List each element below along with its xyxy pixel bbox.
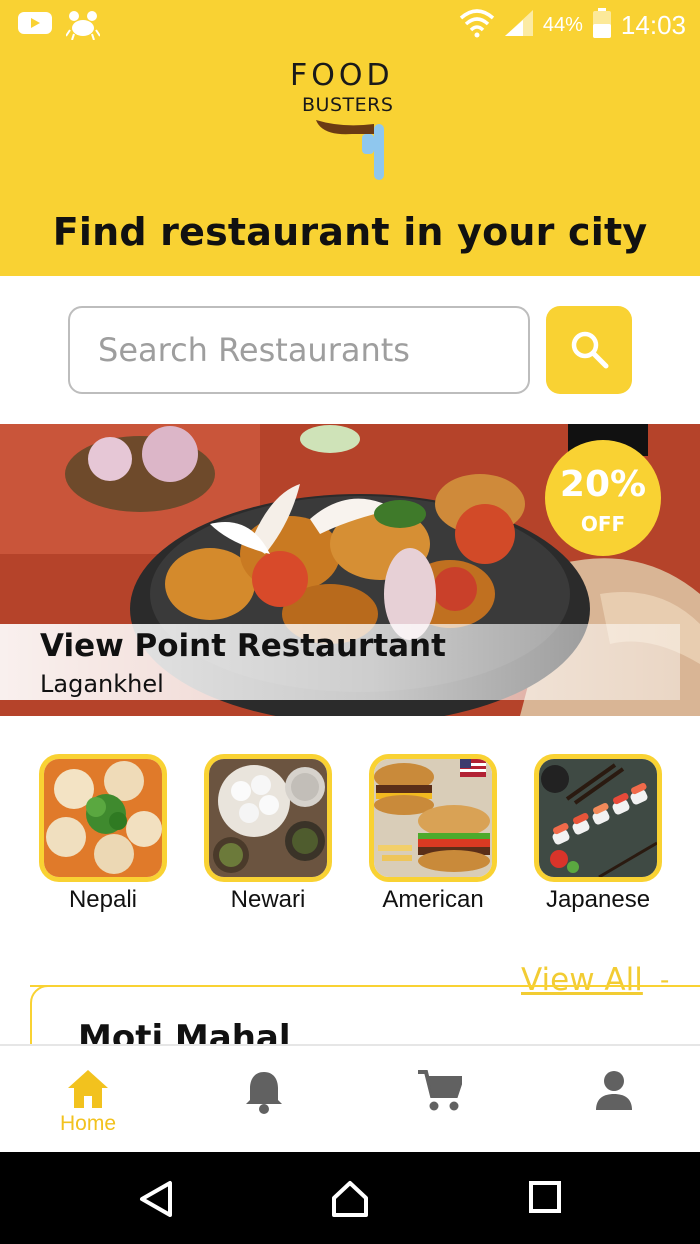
status-time: 14:03	[620, 10, 686, 40]
discount-badge: 20% OFF	[545, 440, 661, 556]
home-nav-icon[interactable]	[330, 1180, 370, 1223]
page-tagline: Find restaurant in your city	[52, 210, 648, 254]
category-label: Newari	[230, 886, 306, 913]
category-japanese[interactable]: Japanese	[534, 754, 664, 924]
featured-restaurant-location: Lagankhel	[40, 670, 164, 698]
wifi-icon	[459, 8, 495, 43]
signal-icon	[504, 10, 533, 41]
nav-item-notifications[interactable]	[204, 1046, 324, 1152]
discount-value: 20%	[559, 464, 647, 505]
battery-icon	[592, 8, 611, 43]
search-button[interactable]	[546, 306, 632, 394]
logo-text-busters: BUSTERS	[302, 94, 394, 116]
crab-icon	[65, 10, 101, 45]
app-logo: FOOD BUSTERS	[286, 58, 416, 188]
category-image	[204, 754, 332, 882]
home-icon	[68, 1070, 108, 1113]
category-image	[39, 754, 167, 882]
nav-item-profile[interactable]	[554, 1046, 674, 1152]
featured-restaurant-name[interactable]: View Point Restaurtant	[40, 628, 446, 664]
nav-item-cart[interactable]	[378, 1046, 498, 1152]
nav-label-home: Home	[59, 1112, 117, 1135]
category-image	[534, 754, 662, 882]
battery-percent: 44%	[542, 14, 583, 36]
discount-label: OFF	[580, 512, 626, 536]
youtube-icon	[18, 10, 52, 45]
logo-text-food: FOOD	[290, 58, 394, 93]
app-header: 44% 14:03 FOOD BUSTERS Find restaurant i…	[0, 0, 700, 276]
category-image	[369, 754, 497, 882]
category-american[interactable]: American	[369, 754, 499, 924]
nav-item-home[interactable]: Home	[28, 1046, 148, 1152]
bottom-navigation: Home	[0, 1044, 700, 1152]
android-navigation-bar	[0, 1152, 700, 1244]
cart-icon	[418, 1070, 465, 1117]
recents-icon[interactable]	[528, 1180, 562, 1219]
person-icon	[594, 1070, 634, 1115]
back-icon[interactable]	[138, 1180, 174, 1223]
search-input[interactable]	[68, 306, 530, 394]
category-label: Nepali	[68, 886, 138, 913]
category-nepali[interactable]: Nepali	[39, 754, 169, 924]
category-label: American	[382, 886, 484, 913]
search-icon	[568, 328, 610, 373]
bell-icon	[244, 1070, 284, 1119]
status-bar: 44% 14:03	[0, 0, 700, 50]
category-newari[interactable]: Newari	[204, 754, 334, 924]
logo-spoon-icon	[316, 120, 384, 180]
category-label: Japanese	[545, 886, 651, 913]
